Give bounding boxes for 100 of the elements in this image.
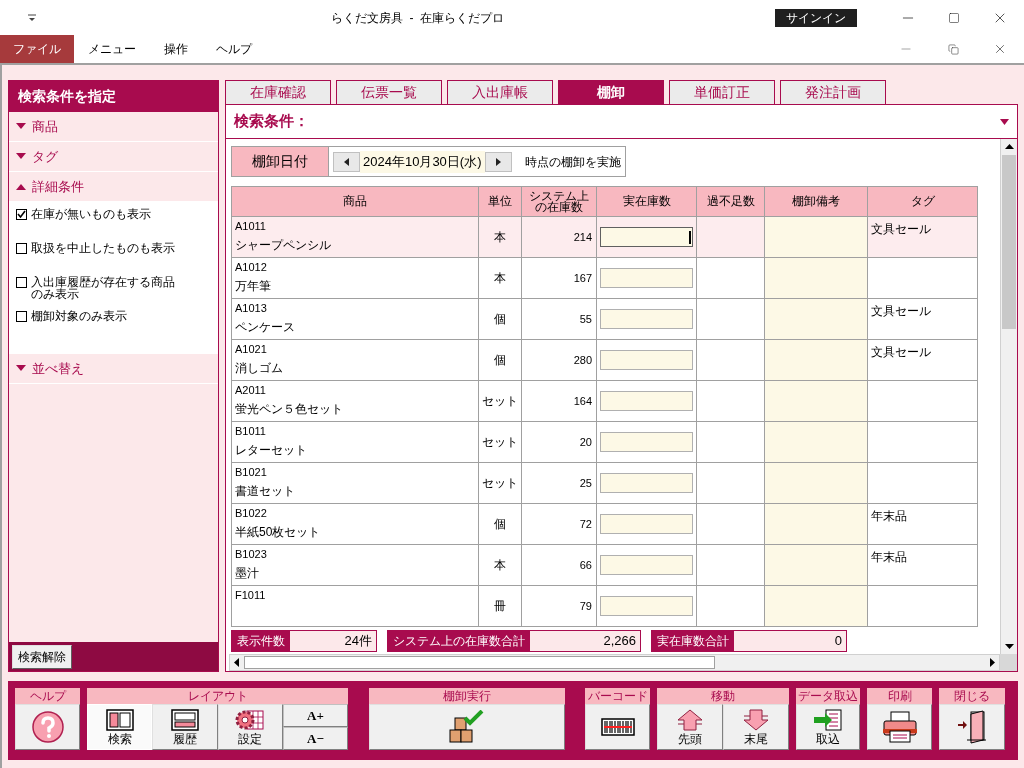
clear-search-button[interactable]: 検索解除 (12, 644, 72, 669)
column-header: 過不足数 (706, 196, 755, 207)
exit-door-icon (957, 710, 987, 744)
menu-item[interactable]: ファイル (0, 35, 74, 63)
total-value: 24件 (343, 631, 373, 650)
side-panel-layout-icon (105, 709, 134, 731)
table-row[interactable]: A1011 シャープペンシル 本 214 文具セール (231, 217, 978, 258)
table-row[interactable]: A1021 消しゴム 個 280 文具セール (231, 340, 978, 381)
checkbox[interactable] (16, 243, 27, 254)
quick-access-icon[interactable] (28, 13, 36, 22)
maximize-icon[interactable] (948, 11, 960, 24)
font-size-button[interactable]: A− (283, 727, 348, 750)
toolbar-group-label: 移動 (657, 688, 789, 704)
tag-cell: 文具セール (871, 304, 931, 318)
toolbar-button[interactable]: 取込 (796, 704, 860, 750)
table-row[interactable]: B1022 半紙50枚セット 個 72 年末品 (231, 504, 978, 545)
toolbar-button[interactable]: 先頭 (657, 704, 723, 750)
actual-stock-field[interactable] (600, 391, 693, 411)
actual-stock-field[interactable] (600, 432, 693, 452)
product-name: 書道セット (235, 484, 296, 498)
font-size-button[interactable]: A+ (283, 704, 348, 727)
next-date-button[interactable] (484, 151, 512, 172)
close-button[interactable] (939, 704, 1005, 750)
tab[interactable]: 伝票一覧 (336, 80, 442, 104)
product-code: B1021 (235, 466, 268, 479)
table-row[interactable]: A1013 ペンケース 個 55 文具セール (231, 299, 978, 340)
total-label: システム上の在庫数合計 (388, 630, 530, 651)
actual-stock-field[interactable] (600, 514, 693, 534)
table-row[interactable]: B1011 レターセット セット 20 (231, 422, 978, 463)
toolbar-group-label: データ取込 (796, 688, 860, 704)
unit-cell-text: 本 (494, 270, 506, 287)
toolbar-group-label: バーコード (585, 688, 650, 704)
actual-stock-field[interactable] (600, 596, 693, 616)
vertical-scrollbar[interactable] (1000, 139, 1017, 654)
barcode-button[interactable] (585, 704, 650, 750)
toolbar-button[interactable]: 検索 (87, 704, 153, 750)
product-code: B1023 (235, 548, 268, 561)
stock-cell-text: 72 (579, 516, 592, 532)
checkbox[interactable] (16, 311, 27, 322)
date-field[interactable]: 2024年10月30日(水) (360, 150, 485, 173)
stock-cell-text: 20 (579, 434, 592, 450)
table-row[interactable]: B1021 書道セット セット 25 (231, 463, 978, 504)
stock-cell-text: 280 (573, 352, 592, 368)
toolbar-group-label: 閉じる (939, 688, 1005, 704)
table-row[interactable]: B1023 墨汁 本 66 年末品 (231, 545, 978, 586)
column-header: システム上の在庫数 (528, 190, 590, 213)
inventory-button[interactable] (369, 704, 565, 750)
panel-header: 検索条件を指定 (9, 81, 218, 112)
actual-stock-field[interactable] (600, 268, 693, 288)
product-code: A1012 (235, 261, 268, 274)
left-arrow-icon (344, 157, 349, 166)
sign-in-button[interactable]: サインイン (775, 8, 857, 27)
restore-icon[interactable] (948, 43, 959, 55)
total-label: 表示件数 (232, 630, 290, 651)
actual-stock-field[interactable] (600, 309, 693, 329)
unit-cell-text: 個 (494, 311, 506, 328)
toolbar-button[interactable]: 履歴 (152, 704, 218, 750)
horizontal-scrollbar[interactable] (229, 654, 1000, 671)
product-code: B1011 (235, 425, 267, 438)
option-label: 棚卸対象のみ表示 (31, 310, 128, 322)
toolbar-button[interactable]: 末尾 (723, 704, 789, 750)
total-label: 実在庫数合計 (652, 630, 734, 651)
product-name: シャープペンシル (235, 238, 332, 252)
column-header: タグ (910, 196, 935, 207)
tab[interactable]: 発注計画 (780, 80, 886, 104)
actual-stock-field[interactable] (600, 473, 693, 493)
table-row[interactable]: A1012 万年筆 本 167 (231, 258, 978, 299)
actual-stock-field[interactable] (600, 350, 693, 370)
option-label: 在庫が無いものも表示 (31, 208, 152, 220)
actual-stock-field[interactable] (600, 555, 693, 575)
boxes-check-icon (449, 710, 485, 744)
product-code: F1011 (235, 589, 267, 602)
unit-cell-text: 冊 (494, 598, 506, 615)
stock-cell-text: 55 (579, 311, 592, 327)
tag-cell: 文具セール (871, 345, 931, 359)
product-name: 半紙50枚セット (235, 525, 322, 539)
toolbar-button[interactable]: 設定 (217, 704, 283, 750)
close-icon[interactable] (993, 42, 1007, 56)
help-button[interactable] (15, 704, 80, 750)
previous-date-button[interactable] (333, 151, 360, 172)
toolbar-group-label: レイアウト (87, 688, 348, 704)
tab[interactable]: 在庫確認 (225, 80, 331, 104)
toolbar-group-label: 印刷 (867, 688, 932, 704)
actual-stock-field[interactable] (600, 227, 693, 247)
print-button[interactable] (867, 704, 932, 750)
checkbox[interactable] (16, 209, 27, 220)
product-name: 消しゴム (235, 361, 284, 375)
tab[interactable]: 棚卸 (558, 80, 664, 104)
table-row[interactable]: A2011 蛍光ペン５色セット セット 164 (231, 381, 978, 422)
scrollbar-corner (1000, 654, 1017, 671)
column-header: 商品 (343, 196, 367, 207)
tab[interactable]: 単価訂正 (669, 80, 775, 104)
checkbox[interactable] (16, 277, 27, 288)
tab[interactable]: 入出庫帳 (447, 80, 553, 104)
dropdown-caret-icon[interactable] (1000, 118, 1009, 125)
column-header: 棚卸備考 (792, 196, 840, 207)
right-arrow-icon (495, 157, 501, 166)
arrow-up-icon (677, 709, 703, 731)
column-header: 単位 (488, 196, 512, 207)
table-row[interactable]: F1011 冊 79 (231, 586, 978, 627)
